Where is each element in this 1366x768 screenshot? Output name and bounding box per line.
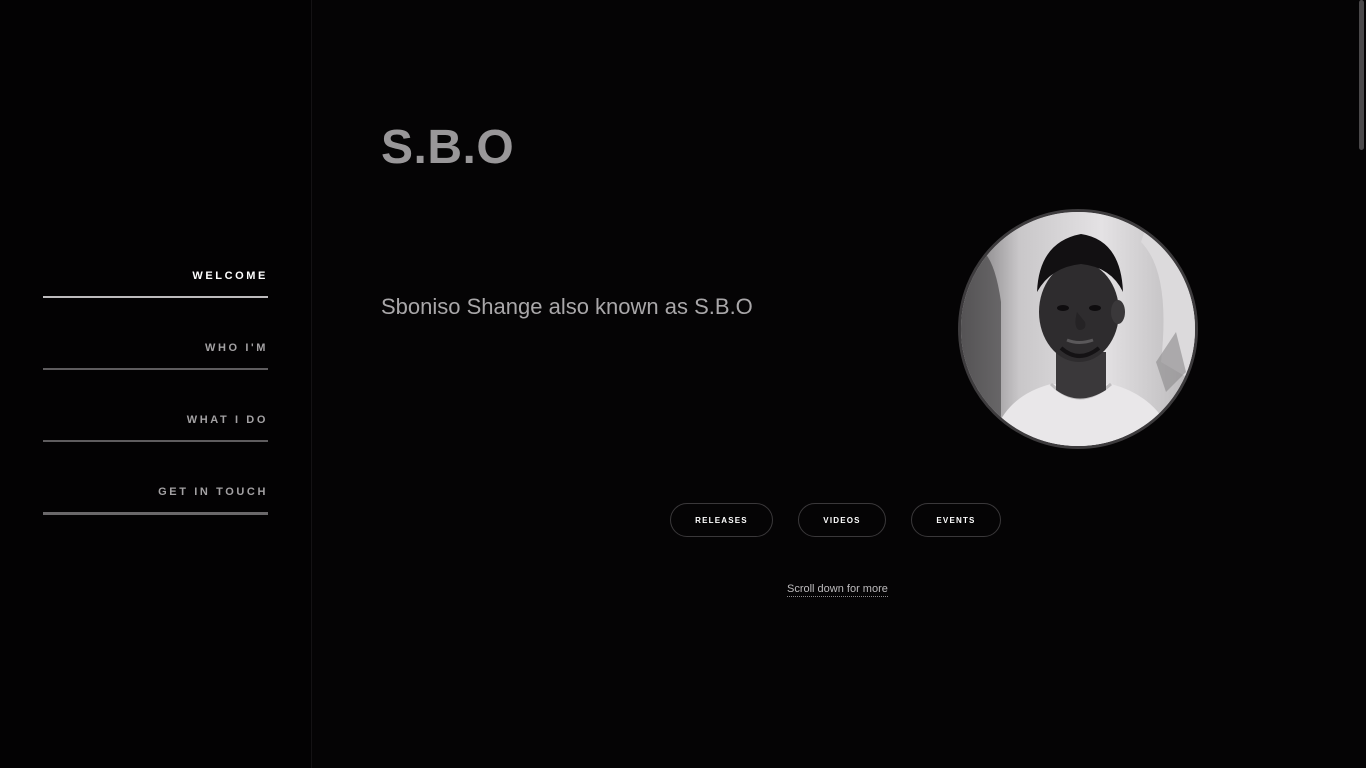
- releases-button[interactable]: RELEASES: [670, 503, 773, 537]
- nav-underline: [43, 512, 268, 515]
- nav-item-what-i-do[interactable]: WHAT I DO: [43, 404, 268, 476]
- nav-item-get-in-touch[interactable]: GET IN TOUCH: [43, 476, 268, 548]
- avatar: [958, 209, 1198, 449]
- scrollbar[interactable]: [1353, 0, 1366, 768]
- nav-item-label: GET IN TOUCH: [158, 486, 268, 498]
- nav-underline: [43, 368, 268, 370]
- main-content: S.B.O Sboniso Shange also known as S.B.O: [313, 0, 1353, 768]
- scroll-down-link[interactable]: Scroll down for more: [787, 582, 888, 597]
- tagline: Sboniso Shange also known as S.B.O: [381, 294, 753, 319]
- page: WELCOME WHO I'M WHAT I DO GET IN TOUCH S…: [0, 0, 1366, 768]
- action-buttons: RELEASES VIDEOS EVENTS: [313, 503, 1353, 537]
- scrollbar-thumb[interactable]: [1359, 0, 1364, 150]
- nav-item-label: WHAT I DO: [186, 414, 268, 426]
- videos-button[interactable]: VIDEOS: [798, 503, 886, 537]
- nav-item-label: WELCOME: [192, 270, 268, 282]
- main-nav: WELCOME WHO I'M WHAT I DO GET IN TOUCH: [43, 260, 268, 548]
- portrait-photo-icon: [961, 212, 1195, 446]
- nav-underline: [43, 296, 268, 298]
- page-title: S.B.O: [381, 121, 515, 174]
- events-button[interactable]: EVENTS: [911, 503, 1001, 537]
- sidebar: WELCOME WHO I'M WHAT I DO GET IN TOUCH: [0, 0, 312, 768]
- nav-item-welcome[interactable]: WELCOME: [43, 260, 268, 332]
- nav-item-who-im[interactable]: WHO I'M: [43, 332, 268, 404]
- nav-underline: [43, 440, 268, 442]
- nav-item-label: WHO I'M: [205, 342, 268, 354]
